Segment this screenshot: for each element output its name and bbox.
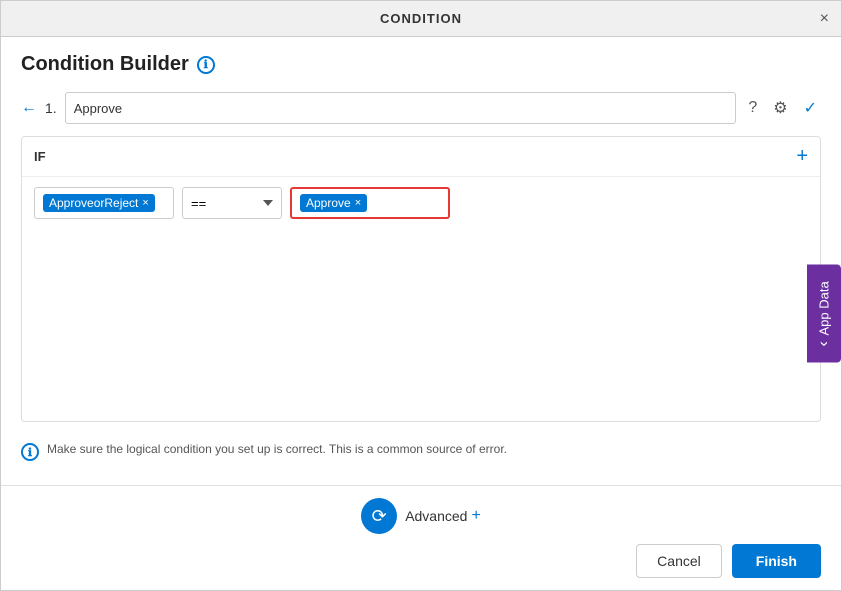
condition-fields: ApproveorReject × == != < > <= >= bbox=[22, 177, 820, 229]
operator-select[interactable]: == != < > <= >= bbox=[182, 187, 282, 219]
settings-icon: ⚙ bbox=[773, 100, 787, 117]
advanced-label: Advanced + bbox=[405, 507, 481, 525]
advanced-plus-icon[interactable]: + bbox=[471, 507, 480, 525]
value-tag-remove[interactable]: × bbox=[355, 198, 361, 209]
value-tag-label: Approve bbox=[306, 196, 351, 210]
modal-title: CONDITION bbox=[380, 11, 462, 26]
warning-text: Make sure the logical condition you set … bbox=[47, 442, 507, 456]
section-header: Condition Builder ℹ bbox=[21, 53, 821, 76]
modal-header: CONDITION × bbox=[1, 1, 841, 37]
condition-name-row: ← 1. ? ⚙ ✓ bbox=[21, 92, 821, 124]
advanced-icon-button[interactable]: ⟳ bbox=[361, 498, 397, 534]
action-row: Cancel Finish bbox=[21, 544, 821, 578]
app-data-label: App Data bbox=[817, 281, 832, 335]
app-data-chevron: ‹ bbox=[815, 341, 833, 346]
cancel-button[interactable]: Cancel bbox=[636, 544, 722, 578]
if-block: IF + ApproveorReject × == != bbox=[21, 136, 821, 422]
modal-body: Condition Builder ℹ ← 1. ? ⚙ ✓ bbox=[1, 37, 841, 485]
info-icon[interactable]: ℹ bbox=[197, 56, 215, 74]
modal-footer: ⟳ Advanced + Cancel Finish bbox=[1, 485, 841, 590]
field-tag-remove[interactable]: × bbox=[142, 198, 148, 209]
settings-button[interactable]: ⚙ bbox=[769, 96, 791, 120]
section-title: Condition Builder bbox=[21, 53, 189, 76]
value-tag-input[interactable]: Approve × bbox=[290, 187, 450, 219]
advanced-row: ⟳ Advanced + bbox=[21, 498, 821, 534]
condition-number: 1. bbox=[45, 100, 57, 116]
field-tag-input[interactable]: ApproveorReject × bbox=[34, 187, 174, 219]
close-button[interactable]: × bbox=[820, 10, 829, 28]
main-content: Condition Builder ℹ ← 1. ? ⚙ ✓ bbox=[1, 37, 841, 485]
field-tag: ApproveorReject × bbox=[43, 194, 155, 212]
advanced-text: Advanced bbox=[405, 508, 467, 524]
if-header: IF + bbox=[22, 137, 820, 177]
help-icon: ? bbox=[748, 99, 757, 116]
help-button[interactable]: ? bbox=[744, 97, 761, 119]
app-data-wrapper: ‹ App Data bbox=[807, 37, 841, 485]
back-button[interactable]: ← bbox=[21, 99, 37, 117]
condition-name-input[interactable] bbox=[65, 92, 737, 124]
value-tag: Approve × bbox=[300, 194, 367, 212]
app-data-tab[interactable]: ‹ App Data bbox=[807, 265, 841, 363]
warning-row: ℹ Make sure the logical condition you se… bbox=[21, 434, 821, 469]
advanced-icon: ⟳ bbox=[372, 506, 387, 527]
field-tag-label: ApproveorReject bbox=[49, 196, 138, 210]
modal: CONDITION × Condition Builder ℹ ← 1. ? ⚙ bbox=[0, 0, 842, 591]
warning-info-icon: ℹ bbox=[21, 443, 39, 461]
if-label: IF bbox=[34, 149, 46, 164]
